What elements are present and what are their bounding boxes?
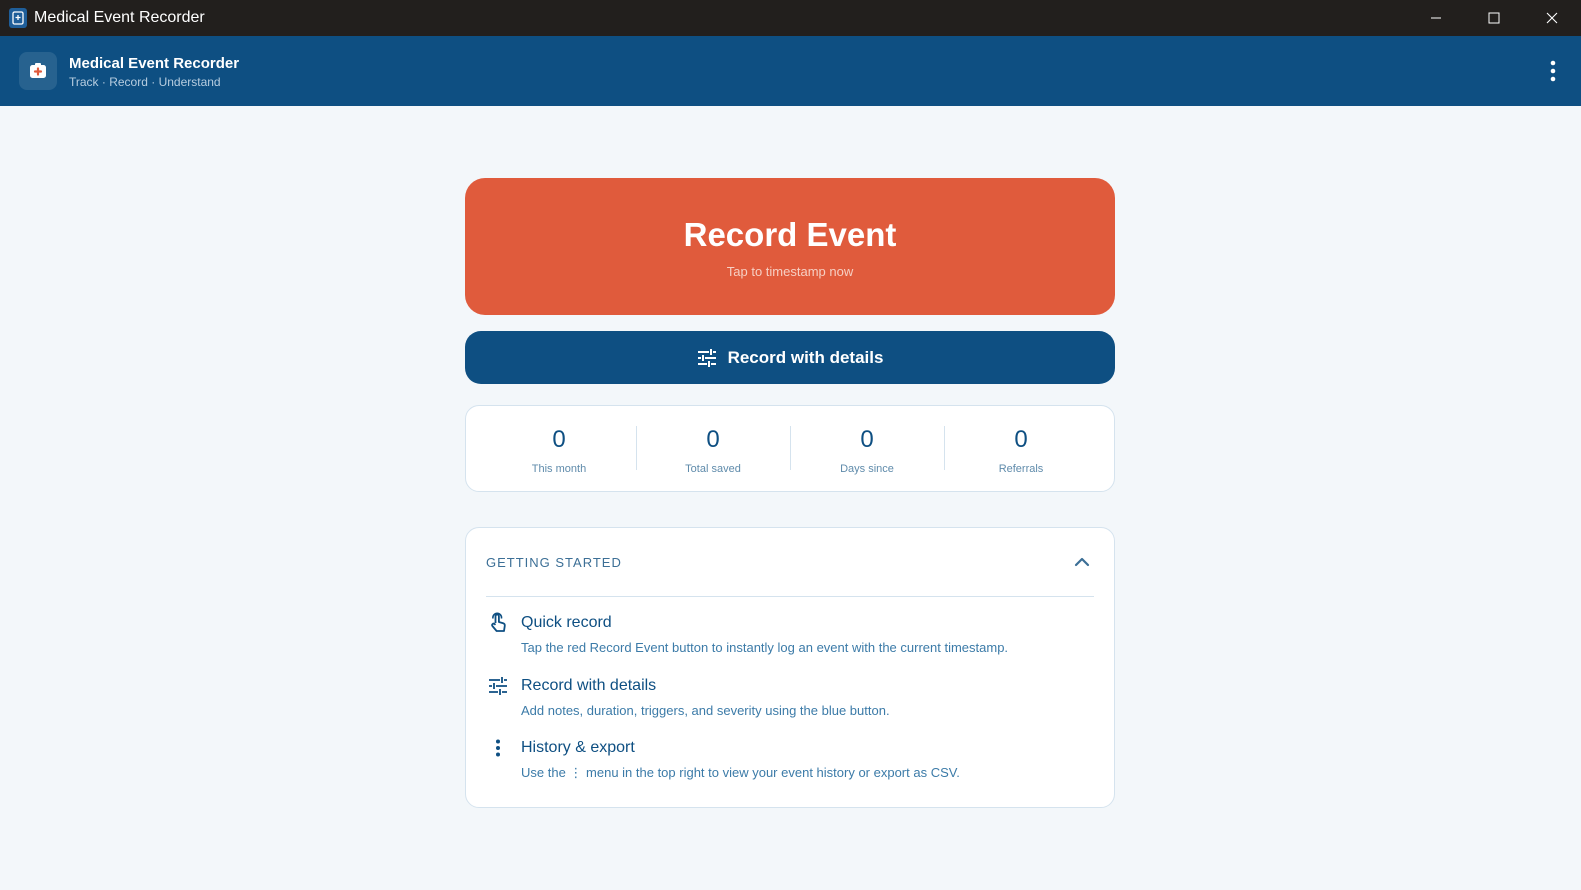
stat-value: 0	[1014, 426, 1028, 453]
stats-card: 0 This month 0 Total saved 0 Days since …	[465, 405, 1115, 492]
app-window-icon	[9, 8, 27, 28]
guide-item-title: Record with details	[521, 677, 657, 694]
close-button[interactable]	[1523, 0, 1581, 36]
stat-value: 0	[552, 426, 566, 453]
guide-item-description: Add notes, duration, triggers, and sever…	[521, 703, 890, 718]
guide-item-history-export: History & export Use the ⋮ menu in the t…	[486, 736, 1094, 788]
stat-days-since: 0 Days since	[790, 406, 944, 491]
app-logo-icon	[19, 52, 57, 90]
chevron-up-icon	[1074, 557, 1090, 567]
minimize-button[interactable]	[1407, 0, 1465, 36]
window-controls	[1407, 0, 1581, 36]
record-with-details-label: Record with details	[727, 347, 884, 367]
record-event-subtitle: Tap to timestamp now	[726, 264, 854, 279]
app-header: Medical Event Recorder Track · Record · …	[0, 36, 1581, 106]
getting-started-heading: GETTING STARTED	[486, 555, 622, 570]
maximize-button[interactable]	[1465, 0, 1523, 36]
more-vert-icon	[486, 736, 510, 760]
record-event-title: Record Event	[683, 216, 897, 253]
tune-icon	[697, 348, 716, 367]
stat-label: Days since	[840, 463, 894, 475]
guide-item-title: History & export	[521, 739, 635, 756]
collapse-button[interactable]	[1070, 550, 1094, 574]
tune-icon	[486, 674, 510, 698]
guide-item-record-details: Record with details Add notes, duration,…	[486, 674, 1094, 726]
stat-this-month: 0 This month	[482, 406, 636, 491]
minimize-icon	[1431, 17, 1441, 19]
record-event-button[interactable]: Record Event Tap to timestamp now	[465, 178, 1115, 315]
maximize-icon	[1488, 12, 1500, 24]
window-title: Medical Event Recorder	[34, 9, 205, 26]
more-vert-icon	[1550, 60, 1556, 82]
app-name: Medical Event Recorder	[69, 55, 240, 72]
stat-label: Total saved	[685, 463, 741, 475]
window-titlebar: Medical Event Recorder	[0, 0, 1581, 36]
divider	[486, 596, 1094, 597]
guide-item-description: Use the ⋮ menu in the top right to view …	[521, 765, 960, 780]
guide-item-description: Tap the red Record Event button to insta…	[521, 640, 1009, 655]
stat-total-saved: 0 Total saved	[636, 406, 790, 491]
stat-value: 0	[860, 426, 874, 453]
stat-value: 0	[706, 426, 720, 453]
stat-label: This month	[531, 463, 587, 475]
more-menu-button[interactable]	[1539, 55, 1567, 87]
stat-referrals: 0 Referrals	[944, 406, 1098, 491]
close-icon	[1546, 12, 1558, 24]
record-with-details-button[interactable]: Record with details	[465, 331, 1115, 384]
stat-label: Referrals	[998, 463, 1044, 475]
getting-started-card: GETTING STARTED Quick record Tap the red…	[465, 527, 1115, 808]
touch-icon	[486, 611, 510, 635]
guide-item-title: Quick record	[521, 614, 612, 631]
app-tagline: Track · Record · Understand	[69, 75, 221, 89]
guide-item-quick-record: Quick record Tap the red Record Event bu…	[486, 611, 1094, 663]
